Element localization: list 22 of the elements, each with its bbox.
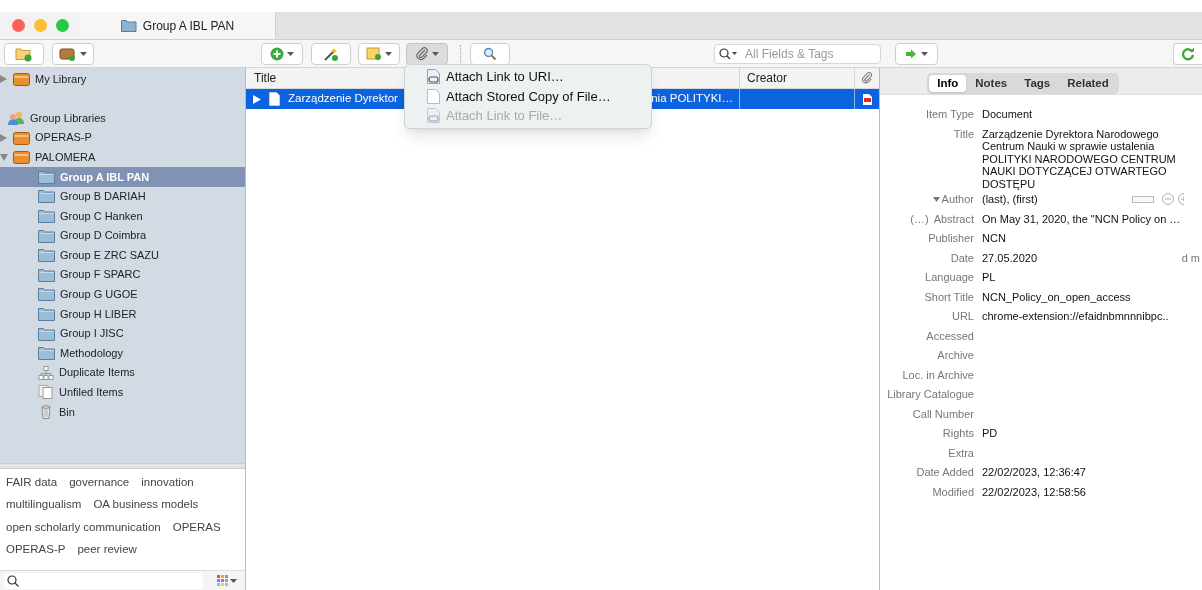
field-label: Abstract xyxy=(933,212,974,226)
table-cell-text: Zarządzenie Dyrektor xyxy=(288,91,398,107)
field-label: Rights xyxy=(942,427,974,440)
field-label: Title xyxy=(953,127,974,141)
field-label: Accessed xyxy=(926,329,974,343)
field-label: Call Number xyxy=(912,407,974,421)
field-label: Publisher xyxy=(928,232,974,245)
table-cell-text: nia POLITYKI… xyxy=(651,91,734,107)
field-label: Language xyxy=(925,271,974,284)
field-label: Short Title xyxy=(924,290,974,304)
field-label: Date xyxy=(950,251,974,265)
field-label: Library Catalogue xyxy=(887,388,974,401)
field-label: Item Type xyxy=(925,108,974,121)
date-format-hint: d m xyxy=(1181,251,1201,264)
field-label: Author xyxy=(941,193,974,206)
field-label: Loc. in Archive xyxy=(902,368,974,382)
field-label: Archive xyxy=(937,349,974,362)
field-label: Modified xyxy=(932,485,974,499)
field-label: Extra xyxy=(948,446,974,460)
field-label: URL xyxy=(952,310,974,323)
tab-title: Group A IBL PAN xyxy=(142,17,235,35)
field-label: Date Added xyxy=(916,466,974,479)
